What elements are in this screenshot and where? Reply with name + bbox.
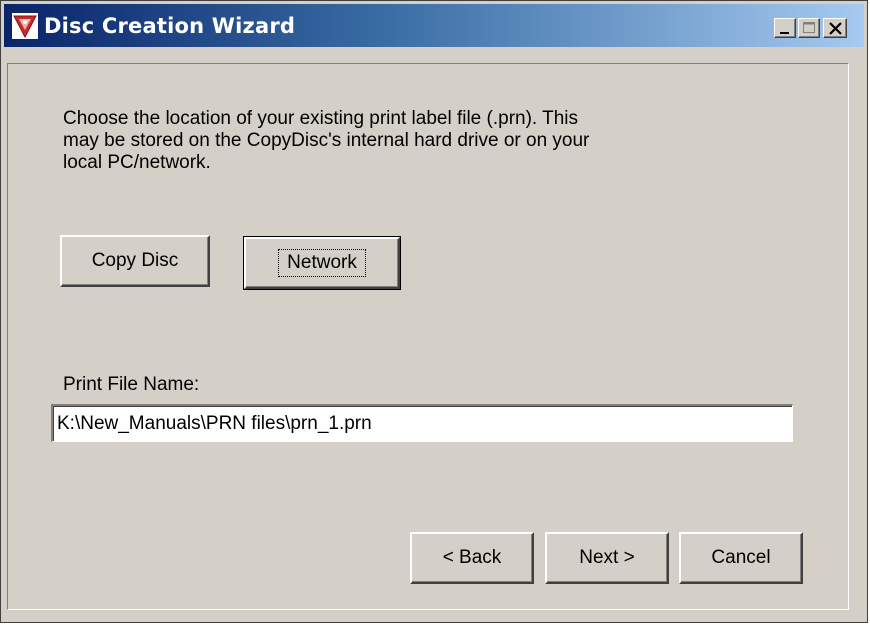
network-label: Network — [278, 249, 366, 277]
copy-disc-label: Copy Disc — [91, 250, 179, 271]
wizard-panel: Choose the location of your existing pri… — [7, 63, 849, 610]
print-file-name-input[interactable] — [51, 404, 793, 442]
title-bar[interactable]: Disc Creation Wizard — [4, 4, 864, 47]
minimize-button[interactable] — [774, 18, 796, 38]
instructions-text: Choose the location of your existing pri… — [63, 108, 590, 173]
next-button[interactable]: Next > — [545, 532, 669, 584]
back-button[interactable]: < Back — [410, 532, 534, 584]
minimize-icon — [780, 32, 789, 34]
next-label: Next > — [579, 547, 635, 568]
cancel-button[interactable]: Cancel — [679, 532, 803, 584]
disc-wizard-icon[interactable] — [12, 13, 38, 39]
window-title: Disc Creation Wizard — [44, 14, 296, 38]
network-button[interactable]: Network — [243, 236, 401, 290]
maximize-button[interactable] — [798, 18, 820, 38]
wizard-window: Disc Creation Wizard Choose the location… — [0, 0, 868, 623]
print-file-name-label: Print File Name: — [63, 374, 200, 395]
close-button[interactable] — [823, 18, 847, 38]
maximize-icon — [803, 22, 815, 33]
copy-disc-button[interactable]: Copy Disc — [60, 235, 210, 287]
cancel-label: Cancel — [711, 547, 771, 568]
back-label: < Back — [442, 547, 502, 568]
close-icon — [829, 22, 842, 35]
